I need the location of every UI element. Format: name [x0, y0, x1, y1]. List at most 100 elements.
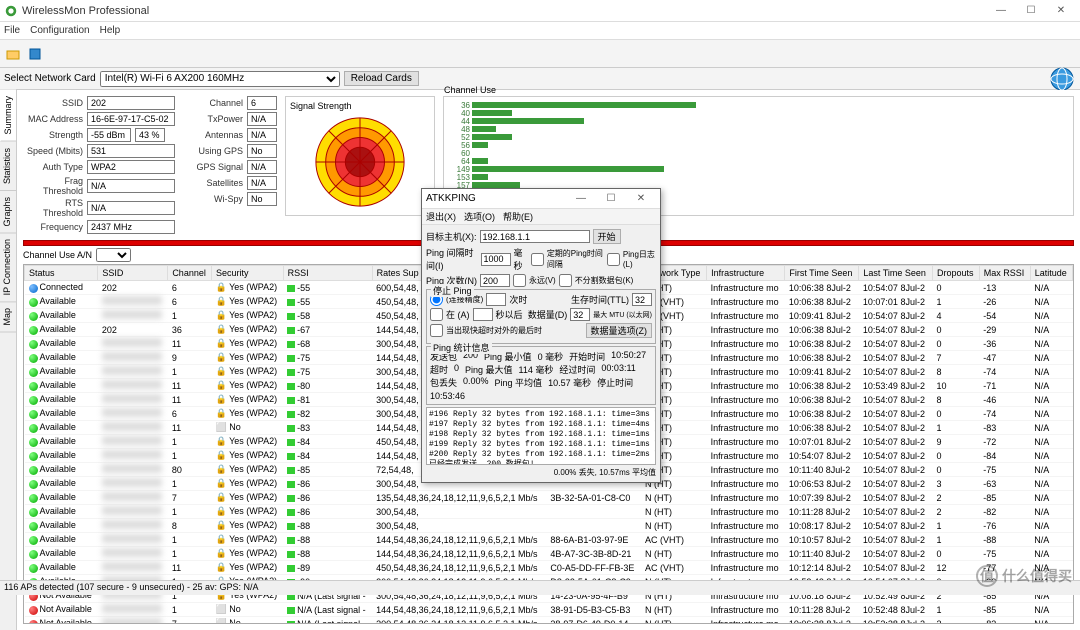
rts-label: RTS Threshold [23, 198, 83, 218]
blurred-ssid [102, 506, 162, 515]
table-row[interactable]: Available 8🔒 Yes (WPA2) -88 300,54,48,N … [25, 519, 1073, 533]
globe-icon[interactable] [1048, 65, 1076, 93]
table-row[interactable]: Not Available 1⬜ No N/A (Last signal - 1… [25, 603, 1073, 617]
ping-avg-value: 10.57 毫秒 [548, 376, 591, 389]
tab-statistics[interactable]: Statistics [0, 142, 16, 191]
status-dot-icon [29, 438, 38, 447]
gpss-value: N/A [247, 160, 277, 174]
col-ssid[interactable]: SSID [98, 266, 168, 281]
freq-label: Frequency [23, 222, 83, 232]
col-sec[interactable]: Security [212, 266, 284, 281]
col-first[interactable]: First Time Seen [785, 266, 859, 281]
ping-menu-opt[interactable]: 选项(O) [464, 210, 495, 223]
status-dot-icon [29, 466, 38, 475]
blurred-ssid [102, 562, 162, 571]
tool-save-icon[interactable] [26, 45, 44, 63]
table-row[interactable]: Available 1🔒 Yes (WPA2) -88 144,54,48,36… [25, 533, 1073, 547]
ping-loss-label: 包丢失 [430, 376, 457, 389]
app-icon [4, 4, 18, 18]
col-last[interactable]: Last Time Seen [859, 266, 933, 281]
maximize-button[interactable]: ☐ [1016, 1, 1046, 21]
rssi-bar-icon [287, 523, 295, 530]
lock-icon: 🔒 [216, 520, 227, 530]
table-row[interactable]: Available 1🔒 Yes (WPA2) -88 144,54,48,36… [25, 547, 1073, 561]
menu-config[interactable]: Configuration [30, 25, 89, 36]
col-lat[interactable]: Latitude [1030, 266, 1072, 281]
menu-help[interactable]: Help [100, 25, 121, 36]
table-row[interactable]: Available 11🔒 Yes (WPA2) -89 450,54,48,3… [25, 561, 1073, 575]
col-rssi[interactable]: RSSI [283, 266, 372, 281]
col-drop[interactable]: Dropouts [932, 266, 979, 281]
tab-map[interactable]: Map [0, 302, 16, 333]
ping-more-button[interactable]: 数据量选项(Z) [586, 323, 653, 338]
col-status[interactable]: Status [25, 266, 98, 281]
ping-min-button[interactable]: — [566, 189, 596, 209]
ping-fixed-check[interactable] [531, 253, 544, 266]
status-dot-icon [29, 620, 38, 624]
status-bar: 116 APs detected (107 secure - 9 unsecur… [0, 580, 1080, 595]
ping-times-input[interactable] [486, 293, 506, 306]
ping-nosplit-check[interactable] [559, 274, 572, 287]
card-row: Select Network Card Intel(R) Wi-Fi 6 AX2… [0, 68, 1080, 90]
signal-strength-panel: Signal Strength [285, 96, 435, 216]
ping-delay-check[interactable] [430, 324, 443, 337]
chan-bar [472, 142, 488, 148]
titlebar: WirelessMon Professional — ☐ ✕ [0, 0, 1080, 22]
ping-host-input[interactable] [480, 230, 590, 243]
ping-forever-check[interactable] [513, 274, 526, 287]
reload-cards-button[interactable]: Reload Cards [344, 71, 419, 86]
window-title: WirelessMon Professional [22, 5, 986, 17]
col-ch[interactable]: Channel [168, 266, 212, 281]
auth-value: WPA2 [87, 160, 175, 174]
ping-forever-label: 永远(V) [529, 275, 556, 286]
blurred-ssid [102, 492, 162, 501]
ping-mtu-label: 最大 MTU (以太网) [593, 310, 652, 320]
menu-file[interactable]: File [4, 25, 20, 36]
ping-to-value: 0 [454, 363, 459, 376]
ping-max-button[interactable]: ☐ [596, 189, 626, 209]
tool-open-icon[interactable] [4, 45, 22, 63]
blurred-ssid [102, 478, 162, 487]
table-row[interactable]: Available 1🔒 Yes (WPA2) -86 300,54,48,N … [25, 505, 1073, 519]
ping-stopt-label: 停止时间 [597, 376, 633, 389]
ping-stats-group: Ping 统计信息 [431, 341, 492, 354]
blurred-ssid [102, 436, 162, 445]
rssi-bar-icon [287, 621, 295, 624]
chan-an-select[interactable] [96, 248, 131, 262]
card-label: Select Network Card [4, 73, 96, 84]
minimize-button[interactable]: — [986, 1, 1016, 21]
signal-strength-label: Signal Strength [290, 101, 352, 111]
rts-value: N/A [87, 201, 175, 215]
ping-start-button[interactable]: 开始 [593, 229, 621, 244]
col-max[interactable]: Max RSSI [979, 266, 1030, 281]
ping-size-input[interactable] [570, 308, 590, 321]
mac-label: MAC Address [23, 114, 83, 124]
col-infra[interactable]: Infrastructure [707, 266, 785, 281]
status-dot-icon [29, 564, 38, 573]
ping-count-input[interactable] [480, 274, 510, 287]
table-row[interactable]: Not Available 7⬜ No N/A (Last signal - 3… [25, 617, 1073, 625]
tab-summary[interactable]: Summary [0, 90, 16, 142]
lock-icon: 🔒 [216, 394, 227, 404]
menubar: File Configuration Help [0, 22, 1080, 40]
chan-bar [472, 158, 488, 164]
ping-max-label: Ping 最大值 [465, 363, 513, 376]
card-select[interactable]: Intel(R) Wi-Fi 6 AX200 160MHz [100, 71, 340, 87]
rssi-bar-icon [287, 285, 295, 292]
ping-at-check[interactable] [430, 308, 443, 321]
lock-icon: 🔒 [216, 296, 227, 306]
close-button[interactable]: ✕ [1046, 1, 1076, 21]
table-row[interactable]: Available 7🔒 Yes (WPA2) -86 135,54,48,36… [25, 491, 1073, 505]
ping-log-box[interactable]: #196 Reply 32 bytes from 192.168.1.1: ti… [426, 407, 656, 465]
lock-icon: 🔒 [216, 436, 227, 446]
blurred-ssid [102, 352, 162, 361]
ping-close-button[interactable]: ✕ [626, 189, 656, 209]
ping-menu-help[interactable]: 帮助(E) [503, 210, 533, 223]
ping-interval-input[interactable] [481, 253, 511, 266]
ping-log-check[interactable] [607, 253, 620, 266]
tab-ip[interactable]: IP Connection [0, 233, 16, 302]
ping-menu-exit[interactable]: 退出(X) [426, 210, 456, 223]
ping-ttl-input[interactable] [632, 293, 652, 306]
ping-at-input[interactable] [473, 308, 493, 321]
tab-graphs[interactable]: Graphs [0, 191, 16, 234]
